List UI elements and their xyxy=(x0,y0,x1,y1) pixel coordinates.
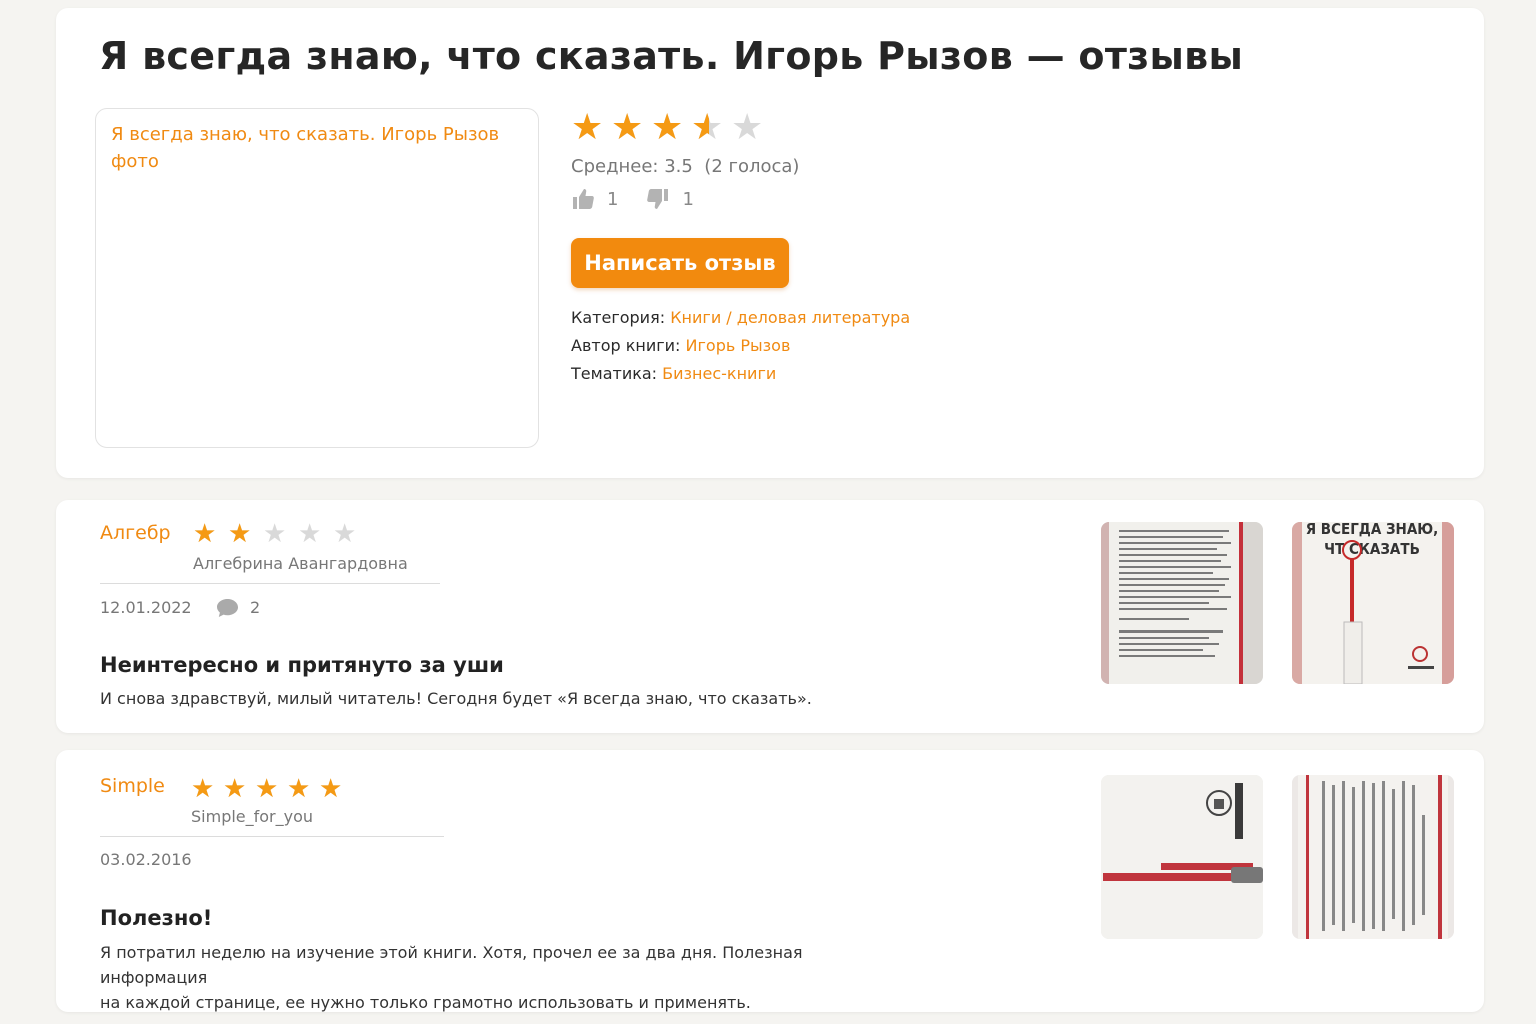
likes-count: 1 xyxy=(607,188,619,210)
star-icon: ★ ★ xyxy=(223,774,247,804)
star-icon: ★ ★ xyxy=(691,107,724,148)
review-divider xyxy=(100,583,440,584)
theme-row: Тематика: Бизнес-книги xyxy=(571,360,910,388)
star-icon: ★ ★ xyxy=(191,774,215,804)
vote-buttons: 1 1 xyxy=(571,187,799,211)
cover-title-line-2: ЧТ СКАЗАТЬ xyxy=(1324,540,1420,558)
review-text-line: на каждой странице, ее нужно только грам… xyxy=(100,993,751,1012)
cover-title-line-1: Я ВСЕГДА ЗНАЮ, xyxy=(1306,522,1439,538)
product-photo-alt-text: Я всегда знаю, что сказать. Игорь Рызов … xyxy=(111,124,500,172)
author-label: Автор книги: xyxy=(571,336,681,355)
review-text: И снова здравствуй, милый читатель! Сего… xyxy=(100,689,812,708)
author-row: Автор книги: Игорь Рызов xyxy=(571,332,910,360)
star-icon: ★ ★ xyxy=(287,774,311,804)
review-rating-stars: ★ ★ ★ ★ ★ ★ ★ xyxy=(193,520,359,548)
review-card: Алгебр ★ ★ ★ ★ ★ ★ ★ Алгебрина Авангардовна 12… xyxy=(56,500,1484,733)
review-title[interactable]: Неинтересно и притянуто за уши xyxy=(100,653,504,677)
review-photo[interactable] xyxy=(1292,775,1454,939)
dislikes-count: 1 xyxy=(682,188,694,210)
review-divider xyxy=(100,836,444,837)
thumbs-down-icon[interactable] xyxy=(646,187,670,211)
average-rating-text: Среднее: 3.5 (2 голоса) xyxy=(571,156,799,177)
review-photo[interactable] xyxy=(1101,775,1263,939)
star-icon: ★ xyxy=(333,519,357,549)
review-comments-count: 2 xyxy=(250,598,261,617)
review-text: Я потратил неделю на изучение этой книги… xyxy=(100,940,900,1015)
star-icon: ★ ★ xyxy=(571,107,604,148)
book-page-photo-icon xyxy=(1101,522,1263,684)
star-icon: ★ xyxy=(263,519,287,549)
review-photo[interactable] xyxy=(1101,522,1263,684)
star-icon: ★ ★ xyxy=(193,519,217,549)
page-title: Я всегда знаю, что сказать. Игорь Рызов … xyxy=(99,34,1244,78)
review-comments[interactable]: 2 xyxy=(217,598,260,617)
star-icon: ★ xyxy=(298,519,322,549)
author-link[interactable]: Игорь Рызов xyxy=(686,336,791,355)
product-meta: Категория: Книги / деловая литература Ав… xyxy=(571,304,910,388)
product-photo[interactable]: Я всегда знаю, что сказать. Игорь Рызов … xyxy=(95,108,539,448)
book-back-photo-icon xyxy=(1101,775,1263,939)
category-link[interactable]: Книги / деловая литература xyxy=(670,308,910,327)
book-cover-photo-icon: Я ВСЕГДА ЗНАЮ, ЧТ СКАЗАТЬ xyxy=(1292,522,1454,684)
write-review-button[interactable]: Написать отзыв xyxy=(571,238,789,288)
star-icon: ★ xyxy=(731,107,764,148)
review-photo[interactable]: Я ВСЕГДА ЗНАЮ, ЧТ СКАЗАТЬ xyxy=(1292,522,1454,684)
votes-count-label: (2 голоса) xyxy=(704,156,800,177)
review-rating-stars: ★ ★ ★ ★ ★ ★ ★ ★ ★ ★ xyxy=(191,775,345,803)
rating-summary: ★ ★ ★ ★ ★ ★ ★ ★ ★ Среднее: 3.5 (2 голоса) 1 1 xyxy=(571,110,799,211)
theme-link[interactable]: Бизнес-книги xyxy=(662,364,776,383)
star-icon: ★ ★ xyxy=(228,519,252,549)
review-card: Simple ★ ★ ★ ★ ★ ★ ★ ★ ★ ★ Simple_for_you 03.02.2… xyxy=(56,750,1484,1012)
book-page-photo-icon xyxy=(1292,775,1454,939)
theme-label: Тематика: xyxy=(571,364,658,383)
review-author-link[interactable]: Simple xyxy=(100,775,165,797)
category-row: Категория: Книги / деловая литература xyxy=(571,304,910,332)
average-rating-label: Среднее: 3.5 xyxy=(571,156,693,177)
comment-icon xyxy=(217,598,238,617)
star-icon: ★ ★ xyxy=(319,774,343,804)
review-title[interactable]: Полезно! xyxy=(100,906,212,930)
review-author-link[interactable]: Алгебр xyxy=(100,522,171,544)
category-label: Категория: xyxy=(571,308,666,327)
review-username: Simple_for_you xyxy=(191,807,314,826)
star-icon: ★ ★ xyxy=(611,107,644,148)
star-icon: ★ ★ xyxy=(651,107,684,148)
review-date: 03.02.2016 xyxy=(100,850,192,869)
review-username: Алгебрина Авангардовна xyxy=(193,554,408,573)
star-icon: ★ ★ xyxy=(255,774,279,804)
product-card: Я всегда знаю, что сказать. Игорь Рызов … xyxy=(56,8,1484,478)
review-date: 12.01.2022 xyxy=(100,598,192,617)
review-text-line: Я потратил неделю на изучение этой книги… xyxy=(100,943,803,987)
thumbs-up-icon[interactable] xyxy=(571,187,595,211)
average-rating-stars: ★ ★ ★ ★ ★ ★ ★ ★ ★ xyxy=(571,110,799,146)
